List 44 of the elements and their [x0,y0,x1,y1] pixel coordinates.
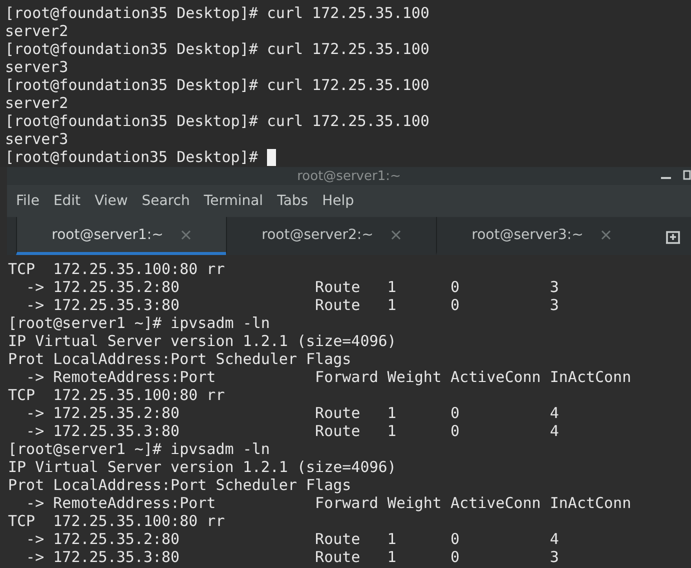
terminal-line: [root@server1 ~]# ipvsadm -ln [8,314,270,332]
menu-item[interactable]: Terminal [202,189,270,213]
terminal-line: IP Virtual Server version 1.2.1 (size=4096) [8,332,396,350]
terminal-line: server3 [5,58,68,76]
terminal-line: [root@foundation35 Desktop]# [5,148,259,166]
terminal-line: TCP 172.25.35.100:80 rr [8,512,225,530]
terminal-tab[interactable]: root@server1:~ [16,217,226,255]
terminal-line: IP Virtual Server version 1.2.1 (size=4096) [8,458,396,476]
close-icon[interactable] [601,230,612,240]
terminal-line: -> RemoteAddress:Port Forward Weight ActiveConn InActConn [25,494,632,512]
terminal-line: TCP 172.25.35.100:80 rr [8,260,225,278]
terminal-line: [root@foundation35 Desktop]# curl 172.25.35.100 [5,76,430,94]
close-icon[interactable] [391,230,402,240]
terminal-line: server2 [5,94,68,112]
menu-item[interactable]: Edit [51,189,87,213]
terminal-line: -> 172.25.35.3:80 Route 1 0 3 [25,548,559,566]
terminal-line: -> 172.25.35.2:80 Route 1 0 3 [25,278,559,296]
terminal-line: [root@foundation35 Desktop]# curl 172.25.35.100 [5,112,430,130]
window-title: root@server1:~ [297,168,401,184]
menu-item[interactable]: View [92,189,134,213]
terminal-line: Prot LocalAddress:Port Scheduler Flags [8,476,352,494]
new-tab-icon[interactable] [665,228,681,244]
tab-label: root@server1:~ [52,226,164,242]
terminal-line: server3 [5,130,68,148]
terminal-line: -> RemoteAddress:Port Forward Weight ActiveConn InActConn [25,368,632,386]
menu-item[interactable]: Tabs [275,189,314,213]
terminal-line: server2 [5,22,68,40]
tab-label: root@server3:~ [472,226,584,242]
terminal-line: TCP 172.25.35.100:80 rr [8,386,225,404]
close-icon[interactable] [181,230,192,240]
menu-item[interactable]: Search [140,189,196,213]
terminal-line: [root@foundation35 Desktop]# curl 172.25.35.100 [5,40,430,58]
tab-label: root@server2:~ [262,226,374,242]
maximize-icon[interactable] [683,170,691,180]
cursor [266,148,276,166]
terminal-line: -> 172.25.35.2:80 Route 1 0 4 [25,530,559,548]
terminal-line: [root@foundation35 Desktop]# curl 172.25.35.100 [5,4,430,22]
terminal-line: -> 172.25.35.3:80 Route 1 0 4 [25,422,559,440]
terminal-line: Prot LocalAddress:Port Scheduler Flags [8,350,352,368]
terminal-line: [root@server1 ~]# ipvsadm -ln [8,440,270,458]
terminal-line: -> 172.25.35.3:80 Route 1 0 3 [25,296,559,314]
terminal-line: -> 172.25.35.2:80 Route 1 0 4 [25,404,559,422]
menu-item[interactable]: Help [320,189,360,213]
menu-item[interactable]: File [14,189,46,213]
